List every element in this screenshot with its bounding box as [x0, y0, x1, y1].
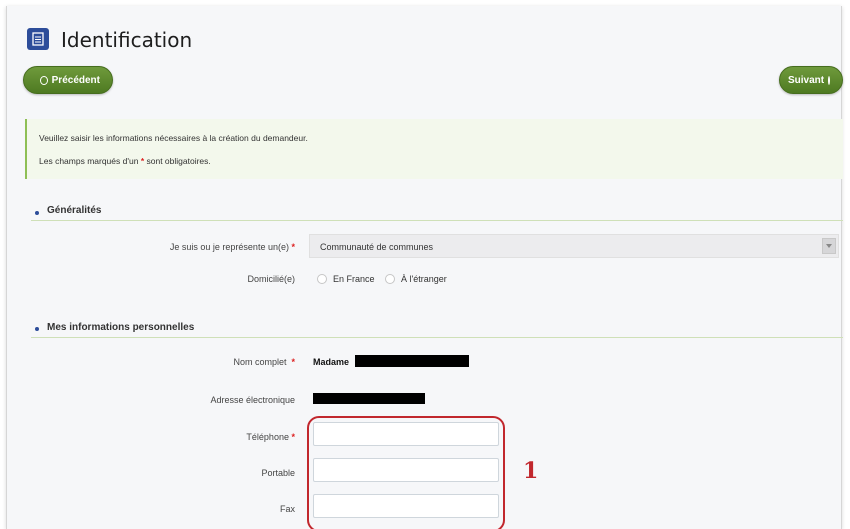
- fax-label: Fax: [279, 504, 295, 514]
- redacted-email: [313, 393, 425, 404]
- required-star: *: [291, 357, 295, 367]
- info-line-1: Veuillez saisir les informations nécessa…: [39, 133, 308, 143]
- mobile-label: Portable: [261, 468, 295, 478]
- info-message: Veuillez saisir les informations nécessa…: [25, 119, 843, 179]
- info-line-2-suffix: sont obligatoires.: [146, 156, 211, 166]
- next-button[interactable]: Suivant: [779, 66, 843, 94]
- domicile-label: Domicilié(e): [247, 274, 295, 284]
- arrow-left-circle-icon: [40, 75, 48, 85]
- fullname-label-text: Nom complet: [233, 357, 287, 367]
- info-line-2: Les champs marqués d'un * sont obligatoi…: [39, 156, 843, 166]
- redacted-name: [355, 355, 469, 367]
- radio-etranger-label: À l'étranger: [401, 274, 447, 284]
- radio-en-france[interactable]: [317, 274, 327, 284]
- section-divider: [31, 220, 843, 221]
- annotation-highlight-box: [307, 416, 505, 529]
- email-label: Adresse électronique: [210, 395, 295, 405]
- phone-label-text: Téléphone: [246, 432, 289, 442]
- previous-button-label: Précédent: [51, 74, 100, 86]
- next-button-label: Suivant: [788, 74, 825, 86]
- section-divider: [31, 337, 843, 338]
- info-line-2-prefix: Les champs marqués d'un: [39, 156, 139, 166]
- represent-select[interactable]: Communauté de communes: [309, 234, 839, 258]
- phone-label: Téléphone *: [35, 432, 295, 442]
- represent-label: Je suis ou je représente un(e) *: [35, 242, 295, 252]
- section-title-general: Généralités: [47, 205, 102, 216]
- annotation-number: 1: [523, 458, 539, 484]
- represent-label-text: Je suis ou je représente un(e): [169, 242, 289, 252]
- arrow-right-circle-icon: [828, 75, 831, 85]
- document-icon: [27, 28, 49, 50]
- section-title-personal: Mes informations personnelles: [47, 322, 195, 333]
- required-star: *: [291, 432, 295, 442]
- fullname-label: Nom complet *: [35, 357, 295, 367]
- represent-select-value: Communauté de communes: [320, 242, 434, 252]
- radio-en-france-label: En France: [333, 274, 375, 284]
- fullname-value: Madame: [313, 357, 350, 367]
- radio-etranger[interactable]: [385, 274, 395, 284]
- bullet-icon: [35, 211, 39, 215]
- form-page: Identification Précédent Suivant Veuille…: [6, 6, 843, 529]
- required-star: *: [140, 156, 145, 166]
- previous-button[interactable]: Précédent: [23, 66, 113, 94]
- page-title: Identification: [61, 28, 193, 52]
- bullet-icon: [35, 327, 39, 331]
- page-header: Identification: [7, 6, 841, 56]
- required-star: *: [291, 242, 295, 252]
- chevron-down-icon[interactable]: [822, 238, 836, 254]
